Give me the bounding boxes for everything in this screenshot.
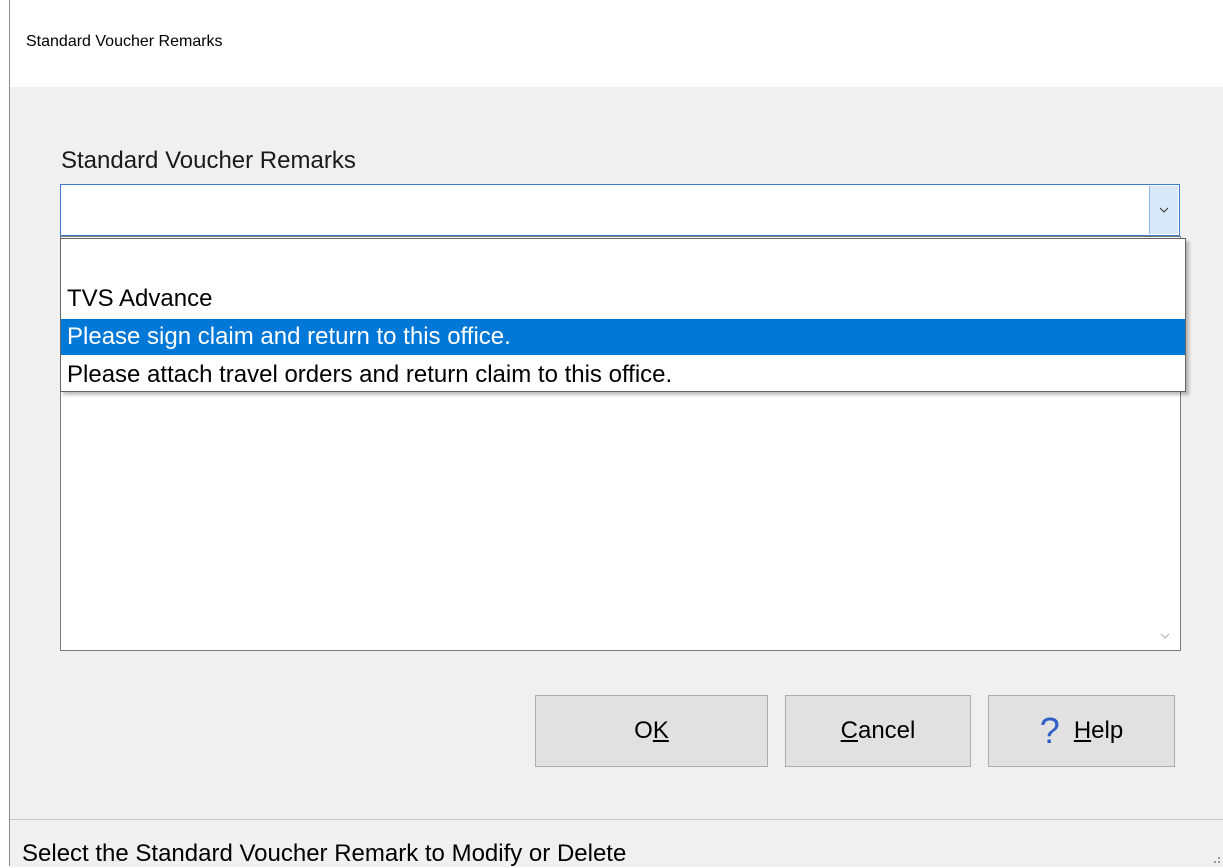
dialog-window: Standard Voucher Remarks Standard Vouche… (9, 0, 1223, 867)
chevron-down-icon (1160, 633, 1170, 639)
cancel-label: Cancel (840, 717, 916, 744)
dropdown-item-attach-orders[interactable]: Please attach travel orders and return c… (61, 357, 1185, 393)
resize-grip-icon[interactable] (1211, 854, 1221, 864)
scroll-down-arrow[interactable] (1158, 630, 1172, 642)
help-icon: ? (1039, 710, 1060, 751)
status-text: Select the Standard Voucher Remark to Mo… (22, 840, 627, 867)
dropdown-item-empty[interactable] (61, 241, 1185, 277)
dropdown-item-sign-claim[interactable]: Please sign claim and return to this off… (61, 319, 1185, 355)
cancel-button[interactable]: Cancel (785, 695, 971, 767)
chevron-down-icon (1159, 207, 1169, 213)
window-title: Standard Voucher Remarks (26, 33, 223, 50)
status-bar: Select the Standard Voucher Remark to Mo… (10, 819, 1223, 867)
title-bar: Standard Voucher Remarks (10, 0, 1223, 87)
help-label: Help (1073, 717, 1124, 744)
combo-dropdown-button[interactable] (1149, 186, 1178, 234)
remarks-dropdown-list: TVS Advance Please sign claim and return… (60, 238, 1186, 392)
remarks-combobox[interactable] (60, 184, 1180, 236)
dropdown-item-tvs-advance[interactable]: TVS Advance (61, 281, 1185, 317)
ok-label: OK (634, 717, 669, 744)
ok-button[interactable]: OK (535, 695, 768, 767)
help-button[interactable]: ? Help (988, 695, 1175, 767)
remarks-label: Standard Voucher Remarks (61, 147, 356, 174)
